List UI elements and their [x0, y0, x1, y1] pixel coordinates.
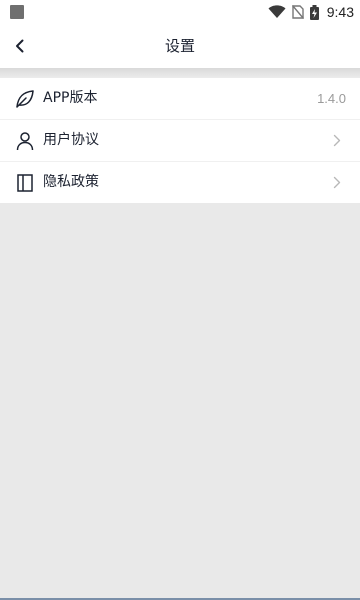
user-icon — [14, 130, 36, 152]
no-sim-icon — [291, 5, 304, 19]
leaf-icon — [14, 88, 36, 110]
book-icon — [14, 172, 36, 194]
user-agreement-label: 用户协议 — [43, 132, 99, 148]
privacy-policy-row[interactable]: 隐私政策 — [0, 162, 360, 203]
header-divider — [0, 68, 360, 78]
status-bar: 9:43 — [0, 0, 360, 24]
nav-bar: 设置 — [0, 24, 360, 68]
status-icons: 9:43 — [268, 2, 354, 22]
privacy-policy-label: 隐私政策 — [43, 174, 99, 190]
app-version-value: 1.4.0 — [317, 91, 346, 106]
user-agreement-row[interactable]: 用户协议 — [0, 120, 360, 162]
chevron-right-icon — [330, 133, 344, 147]
notification-square-icon — [10, 5, 24, 19]
status-time: 9:43 — [326, 4, 354, 20]
battery-charging-icon — [309, 4, 319, 20]
wifi-icon — [268, 5, 286, 18]
page-title: 设置 — [164, 37, 195, 55]
chevron-right-icon — [330, 175, 344, 189]
app-version-label: APP版本 — [43, 90, 98, 106]
app-version-row[interactable]: APP版本 1.4.0 — [0, 78, 360, 120]
settings-list: APP版本 1.4.0 用户协议 隐私政策 — [0, 78, 360, 203]
